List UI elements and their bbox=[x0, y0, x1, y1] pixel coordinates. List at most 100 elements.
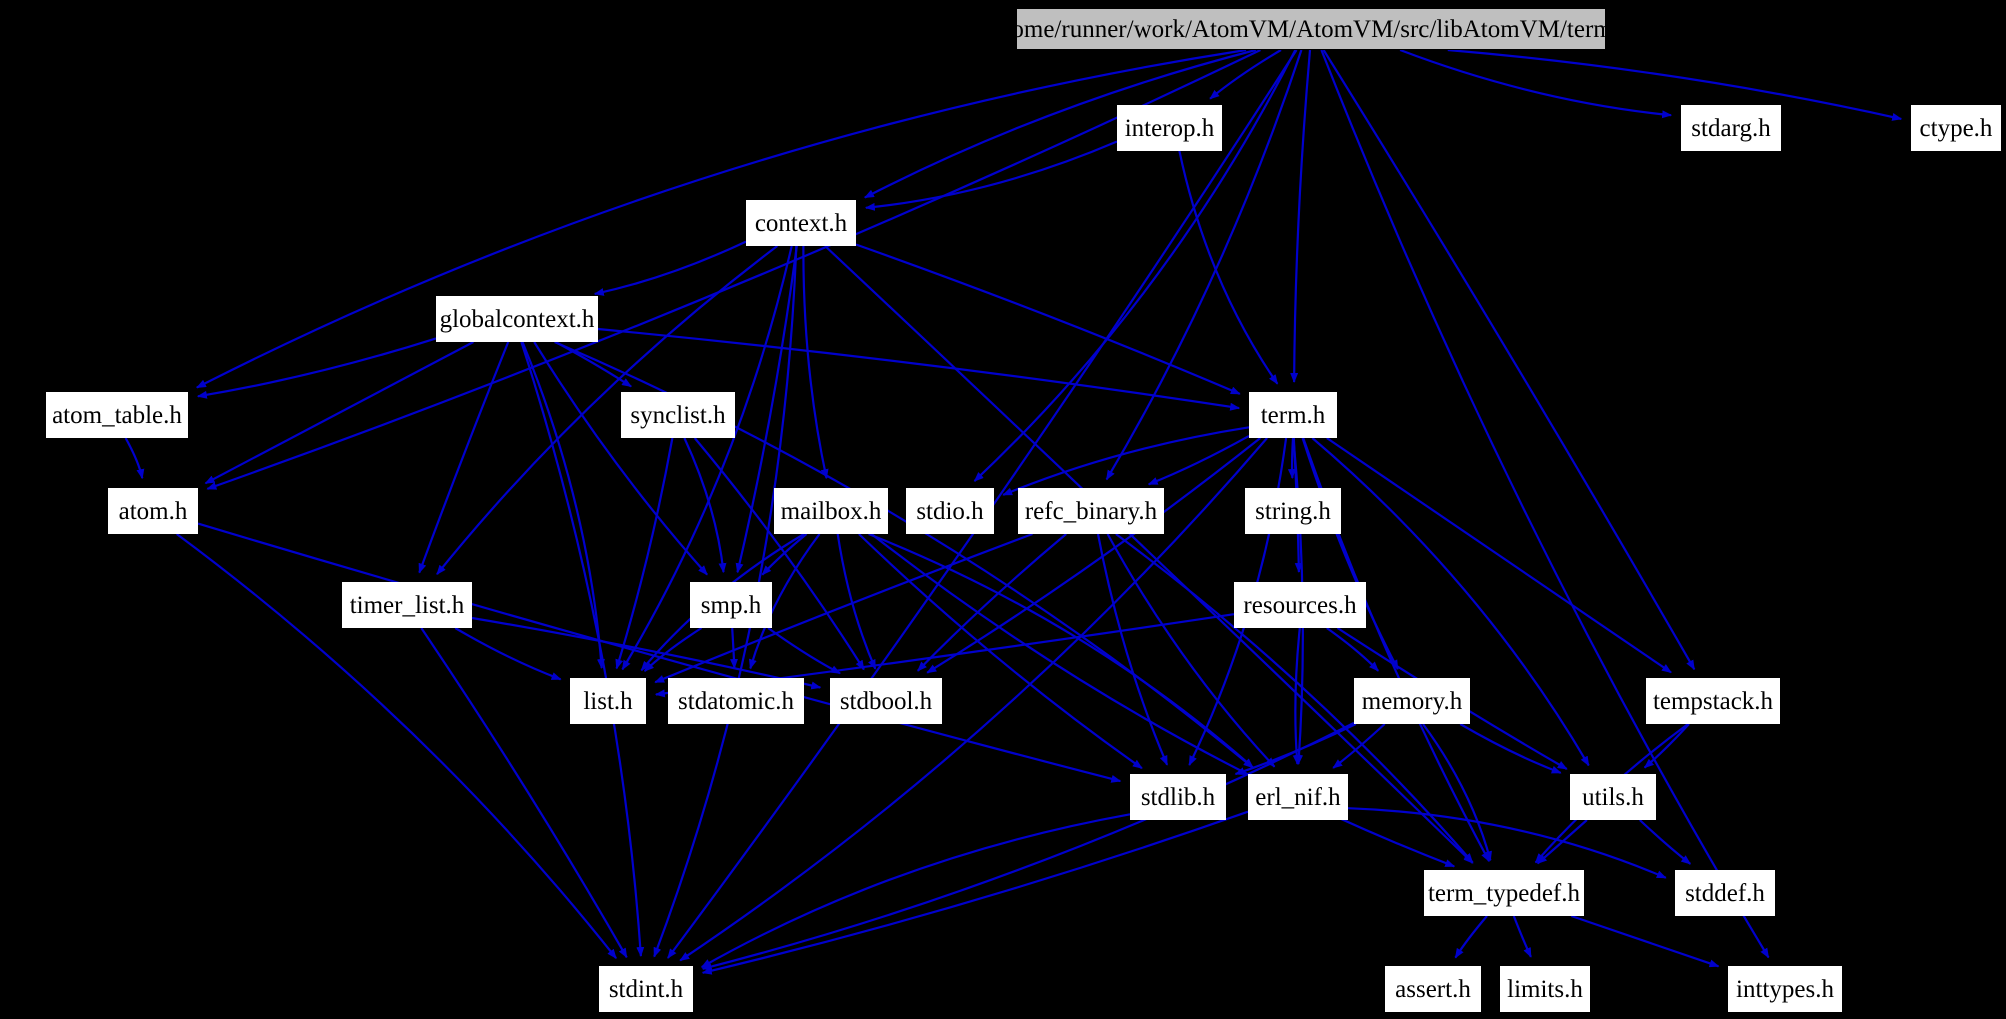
graph-edge bbox=[701, 721, 1355, 971]
graph-edge bbox=[767, 627, 841, 675]
graph-edge bbox=[1326, 437, 1672, 674]
graph-edge bbox=[593, 240, 747, 296]
graph-node-label: stdatomic.h bbox=[678, 687, 794, 715]
graph-node-interop-h[interactable]: interop.h bbox=[1117, 105, 1222, 151]
graph-node-resources-h[interactable]: resources.h bbox=[1234, 582, 1366, 628]
graph-node-stdarg-h[interactable]: stdarg.h bbox=[1681, 105, 1781, 151]
graph-node-atom-h[interactable]: atom.h bbox=[108, 488, 198, 534]
graph-node-list-h[interactable]: list.h bbox=[570, 678, 646, 724]
graph-node-label: stdint.h bbox=[608, 975, 684, 1003]
graph-edge bbox=[1290, 49, 1312, 383]
graph-edge bbox=[729, 627, 738, 669]
graph-node-label: stddef.h bbox=[1685, 879, 1765, 907]
graph-node-label: stdio.h bbox=[916, 497, 984, 525]
graph-edge bbox=[615, 437, 674, 670]
graph-node-label: term_typedef.h bbox=[1427, 879, 1581, 907]
graph-node-label: atom.h bbox=[118, 497, 188, 525]
graph-edge bbox=[124, 437, 145, 480]
graph-edge bbox=[868, 532, 1254, 769]
graph-edge bbox=[1178, 150, 1279, 385]
graph-edge bbox=[1106, 533, 1276, 768]
graph-node-mailbox-h[interactable]: mailbox.h bbox=[774, 488, 888, 534]
graph-node-label: erl_nif.h bbox=[1255, 783, 1341, 811]
graph-node-memory-h[interactable]: memory.h bbox=[1354, 678, 1470, 724]
graph-edge bbox=[454, 627, 562, 681]
graph-node-term-h[interactable]: term.h bbox=[1249, 392, 1337, 438]
graph-edge bbox=[1447, 48, 1903, 121]
graph-node-smp-h[interactable]: smp.h bbox=[690, 582, 772, 628]
graph-node-label: synclist.h bbox=[630, 401, 726, 429]
graph-node-label: assert.h bbox=[1395, 975, 1471, 1003]
graph-node-label: smp.h bbox=[700, 591, 762, 619]
graph-edge bbox=[855, 243, 1241, 395]
graph-edge bbox=[683, 437, 727, 574]
graph-edge bbox=[700, 813, 1131, 969]
graph-node-stdatomic-h[interactable]: stdatomic.h bbox=[668, 678, 804, 724]
graph-edge bbox=[1096, 533, 1169, 766]
graph-node-timer-list-h[interactable]: timer_list.h bbox=[342, 582, 472, 628]
graph-node-utils-h[interactable]: utils.h bbox=[1570, 774, 1656, 820]
graph-node-term-typedef-h[interactable]: term_typedef.h bbox=[1424, 870, 1584, 916]
graph-node-stdlib-h[interactable]: stdlib.h bbox=[1130, 774, 1226, 820]
graph-node-atom-table-h[interactable]: atom_table.h bbox=[46, 392, 188, 438]
graph-node-stdbool-h[interactable]: stdbool.h bbox=[830, 678, 942, 724]
graph-node-limits-h[interactable]: limits.h bbox=[1500, 966, 1590, 1012]
graph-edge bbox=[521, 341, 605, 669]
graph-node-label: string.h bbox=[1255, 497, 1331, 525]
graph-edge bbox=[701, 810, 1249, 975]
graph-node-globalcontext-h[interactable]: globalcontext.h bbox=[436, 296, 598, 342]
graph-node-label: stdbool.h bbox=[839, 687, 933, 715]
graph-node-label: atom_table.h bbox=[52, 401, 182, 429]
graph-node-label: refc_binary.h bbox=[1024, 497, 1158, 525]
graph-node-label: inttypes.h bbox=[1736, 975, 1834, 1003]
edges-group bbox=[124, 48, 1903, 975]
graph-node-inttypes-h[interactable]: inttypes.h bbox=[1728, 966, 1842, 1012]
graph-node-stddef-h[interactable]: stddef.h bbox=[1675, 870, 1775, 916]
graph-node-label: stdlib.h bbox=[1140, 783, 1216, 811]
graph-edge bbox=[1454, 915, 1488, 959]
graph-node-label: ctype.h bbox=[1919, 114, 1993, 142]
graph-node-label: utils.h bbox=[1582, 783, 1644, 811]
graph-edge bbox=[555, 341, 632, 388]
graph-node-context-h[interactable]: context.h bbox=[746, 200, 856, 246]
graph-node-label: list.h bbox=[583, 687, 633, 715]
graph-node-stdio-h[interactable]: stdio.h bbox=[906, 488, 994, 534]
graph-node-tempstack-h[interactable]: tempstack.h bbox=[1646, 678, 1780, 724]
graph-node-string-h[interactable]: string.h bbox=[1245, 488, 1341, 534]
graph-edge bbox=[1639, 819, 1692, 865]
graph-node-assert-h[interactable]: assert.h bbox=[1385, 966, 1481, 1012]
graph-node-label: term.h bbox=[1260, 401, 1326, 429]
graph-node-erl-nif-h[interactable]: erl_nif.h bbox=[1248, 774, 1348, 820]
graph-edge bbox=[1320, 49, 1770, 959]
graph-node-label: timer_list.h bbox=[349, 591, 465, 619]
graph-node-label: memory.h bbox=[1361, 687, 1463, 715]
graph-edge bbox=[418, 341, 510, 574]
graph-node-label: tempstack.h bbox=[1652, 687, 1774, 715]
graph-node-refc-binary-h[interactable]: refc_binary.h bbox=[1018, 488, 1164, 534]
graph-edge bbox=[761, 533, 808, 576]
graph-node-ctype-h[interactable]: ctype.h bbox=[1911, 105, 2001, 151]
graph-edge bbox=[1570, 914, 1720, 968]
graph-edge bbox=[1322, 49, 1696, 671]
graph-node-label: mailbox.h bbox=[780, 497, 882, 525]
graph-node-label: globalcontext.h bbox=[439, 305, 595, 333]
graph-edge bbox=[1422, 723, 1492, 862]
graph-node-label: /home/runner/work/AtomVM/AtomVM/src/libA… bbox=[991, 15, 1631, 43]
graph-node-label: limits.h bbox=[1507, 975, 1583, 1003]
graph-edge bbox=[1643, 723, 1690, 769]
graph-edge bbox=[196, 337, 437, 399]
graph-edge bbox=[1399, 48, 1673, 119]
graph-node-label: context.h bbox=[754, 209, 848, 237]
graph-node-synclist-h[interactable]: synclist.h bbox=[621, 392, 735, 438]
include-dependency-graph: /home/runner/work/AtomVM/AtomVM/src/libA… bbox=[0, 0, 2006, 1019]
graph-edge bbox=[1512, 915, 1532, 958]
graph-node-stdint-h[interactable]: stdint.h bbox=[599, 966, 693, 1012]
graph-node-label: interop.h bbox=[1124, 114, 1215, 142]
graph-edge bbox=[802, 245, 829, 480]
graph-edge bbox=[824, 245, 1474, 864]
edge-layer bbox=[124, 48, 1903, 975]
graph-node-term-c[interactable]: /home/runner/work/AtomVM/AtomVM/src/libA… bbox=[992, 8, 1630, 50]
graph-edge bbox=[1459, 723, 1562, 774]
graph-node-label: stdarg.h bbox=[1691, 114, 1771, 142]
graph-node-label: resources.h bbox=[1243, 591, 1357, 619]
